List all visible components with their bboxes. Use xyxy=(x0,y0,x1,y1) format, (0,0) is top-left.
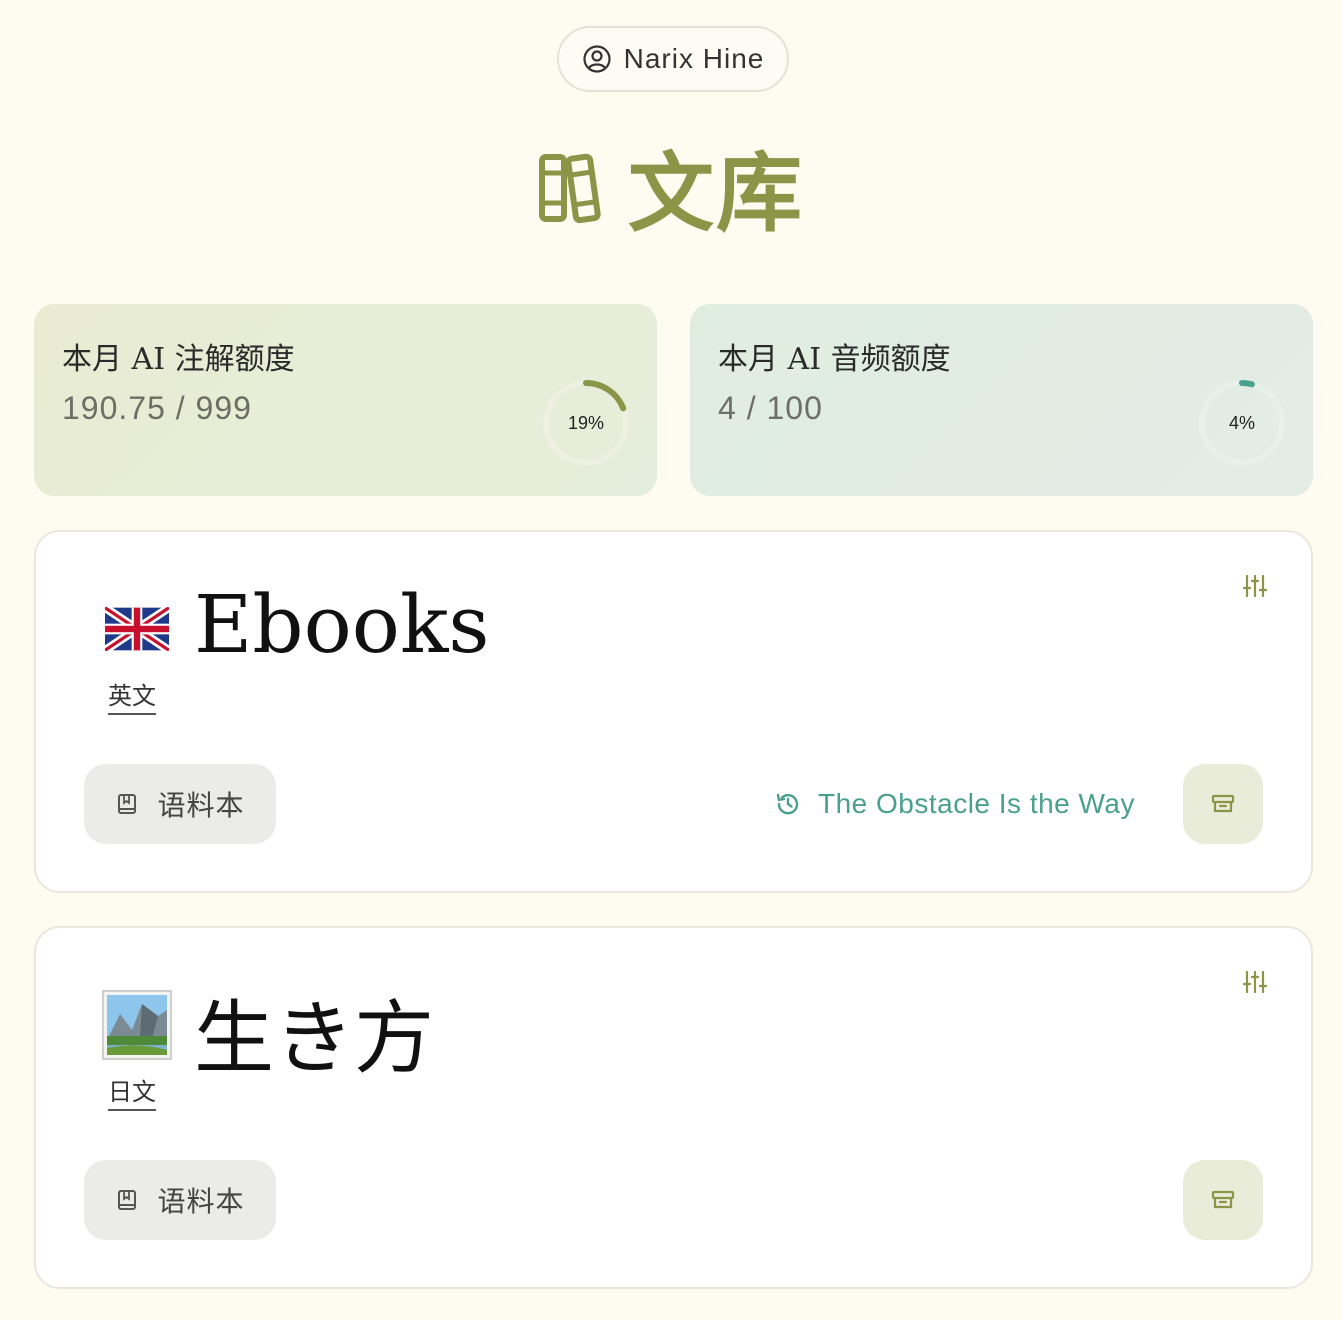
library-card[interactable]: 生き方 日文 语料本 xyxy=(34,926,1313,1289)
library-card[interactable]: Ebooks 英文 语料本 The Obstacle Is the Way xyxy=(34,530,1313,893)
quota-progress-ring: 4% xyxy=(1197,378,1287,468)
archive-box-icon xyxy=(1209,1186,1237,1214)
archive-button[interactable] xyxy=(1183,764,1263,844)
archive-box-icon xyxy=(1209,790,1237,818)
quota-title: 本月 AI 注解额度 xyxy=(62,342,295,377)
quota-progress-ring: 19% xyxy=(541,378,631,468)
quota-percent: 4% xyxy=(1228,412,1255,433)
corpus-button[interactable]: 语料本 xyxy=(84,1160,276,1240)
user-profile-button[interactable]: Narix Hine xyxy=(557,26,789,92)
history-icon xyxy=(774,790,802,818)
recent-book-link[interactable]: The Obstacle Is the Way xyxy=(774,788,1135,820)
archive-button[interactable] xyxy=(1183,1160,1263,1240)
library-language-link[interactable]: 英文 xyxy=(108,676,156,715)
quota-title: 本月 AI 音频额度 xyxy=(718,342,951,377)
notebook-icon xyxy=(115,1188,139,1212)
library-name[interactable]: 生き方 xyxy=(194,974,434,1090)
books-icon xyxy=(538,143,618,227)
page-title: 文库 xyxy=(628,142,804,244)
quota-percent: 19% xyxy=(567,412,605,433)
ai-annotation-quota-card: 本月 AI 注解额度 190.75 / 999 19% xyxy=(34,304,657,496)
user-circle-icon xyxy=(582,44,612,74)
page-header: 文库 xyxy=(0,130,1342,244)
library-language-link[interactable]: 日文 xyxy=(108,1072,156,1111)
library-name[interactable]: Ebooks xyxy=(194,578,489,671)
landscape-photo-icon xyxy=(102,990,172,1060)
ai-audio-quota-card: 本月 AI 音频额度 4 / 100 4% xyxy=(690,304,1313,496)
recent-book-title: The Obstacle Is the Way xyxy=(817,788,1135,819)
corpus-button[interactable]: 语料本 xyxy=(84,764,276,844)
notebook-icon xyxy=(115,792,139,816)
settings-sliders-icon[interactable] xyxy=(1241,572,1269,600)
uk-flag-icon xyxy=(102,594,172,664)
user-name: Narix Hine xyxy=(623,43,765,74)
corpus-label: 语料本 xyxy=(157,790,245,821)
settings-sliders-icon[interactable] xyxy=(1241,968,1269,996)
corpus-label: 语料本 xyxy=(157,1186,245,1217)
